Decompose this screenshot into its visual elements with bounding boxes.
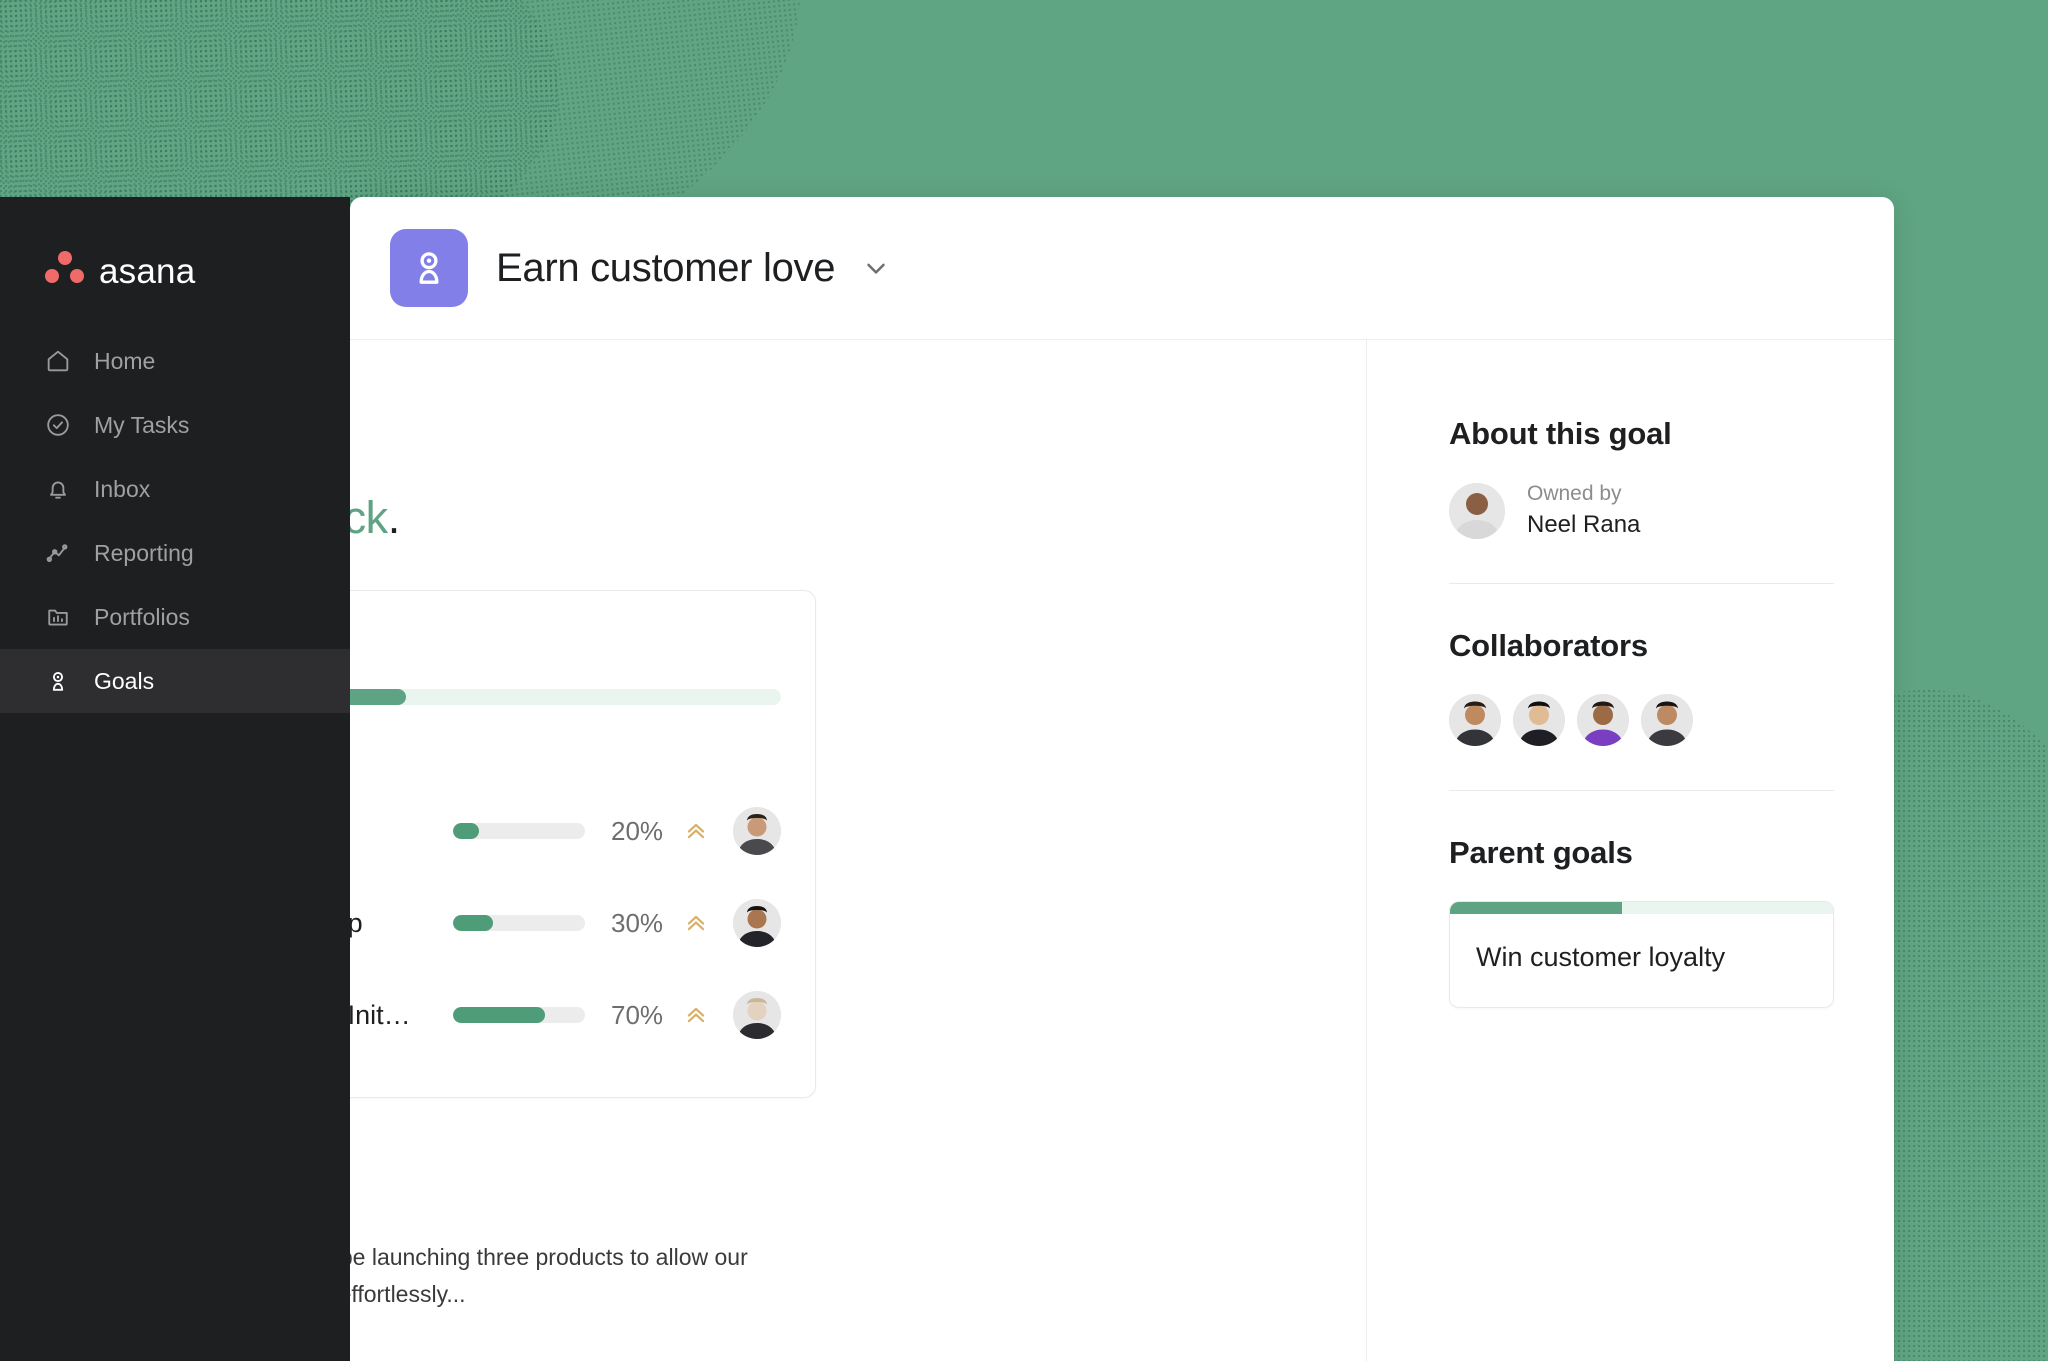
project-progress-bar bbox=[453, 1007, 585, 1023]
connected-projects-toggle[interactable]: 3 connected projects bbox=[350, 743, 781, 771]
goal-badge-icon bbox=[390, 229, 468, 307]
sidebar-item-label: Goals bbox=[94, 667, 155, 694]
app-window: asana Home My Tasks Inbox Reporting Port… bbox=[0, 197, 1894, 1361]
project-name: Customer Marketing Init… bbox=[350, 999, 411, 1030]
description-heading: Description bbox=[350, 1176, 814, 1213]
goal-side-rail: About this goal Owned by Neel Rana Colla… bbox=[1366, 340, 1894, 1361]
collaborators-heading: Collaborators bbox=[1449, 628, 1648, 663]
home-icon bbox=[44, 347, 72, 375]
project-progress-percent: 30% bbox=[611, 907, 664, 938]
sidebar-item-label: Portfolios bbox=[94, 603, 190, 630]
goal-owner[interactable]: Owned by Neel Rana bbox=[1449, 482, 1834, 539]
project-owner-avatar[interactable] bbox=[733, 807, 781, 855]
sidebar-nav: Home My Tasks Inbox Reporting Portfolios… bbox=[0, 329, 350, 713]
collaborator-avatar[interactable] bbox=[1641, 694, 1693, 746]
goal-status-headline: This goal is on track. bbox=[350, 492, 814, 544]
parent-goal-name: Win customer loyalty bbox=[1476, 942, 1726, 972]
sidebar-item-my-tasks[interactable]: My Tasks bbox=[0, 393, 350, 457]
project-progress-bar bbox=[453, 915, 585, 931]
collaborators-list bbox=[1449, 694, 1834, 746]
rail-divider-2 bbox=[1449, 790, 1834, 791]
page-title: Earn customer love bbox=[496, 245, 836, 290]
sidebar-item-label: My Tasks bbox=[94, 411, 190, 438]
owner-avatar bbox=[1449, 482, 1505, 539]
description-text: In the first half of this year we will b… bbox=[350, 1244, 748, 1308]
goal-main-column: This goal is on track. 50% / 100% ⚡ bbox=[350, 340, 1366, 1361]
avatar-placeholder-icon bbox=[1449, 482, 1505, 539]
rail-divider-1 bbox=[1449, 583, 1834, 584]
parent-goal-progress-bar bbox=[1450, 902, 1833, 914]
priority-high-icon bbox=[683, 1002, 733, 1028]
parent-goal-progress-fill bbox=[1450, 902, 1623, 914]
chart-line-icon bbox=[44, 539, 72, 567]
asana-logo[interactable]: asana bbox=[0, 241, 350, 297]
goal-progress-fill bbox=[350, 689, 406, 705]
collaborator-avatar[interactable] bbox=[1449, 694, 1501, 746]
sidebar-item-reporting[interactable]: Reporting bbox=[0, 521, 350, 585]
goal-header: Earn customer love bbox=[350, 197, 1894, 340]
goal-detail-panel: Earn customer love This goal is on track… bbox=[350, 197, 1894, 1361]
priority-high-icon bbox=[683, 910, 733, 936]
connected-project-row[interactable]: Customer Marketing Init… 70% bbox=[350, 969, 781, 1061]
sidebar-item-label: Reporting bbox=[94, 539, 194, 566]
sidebar: asana Home My Tasks Inbox Reporting Port… bbox=[0, 197, 350, 1361]
sidebar-item-portfolios[interactable]: Portfolios bbox=[0, 585, 350, 649]
project-owner-avatar[interactable] bbox=[733, 899, 781, 947]
sidebar-item-home[interactable]: Home bbox=[0, 329, 350, 393]
progress-percent-row: 50% / 100% ⚡ bbox=[350, 625, 781, 663]
connected-project-row[interactable]: NPS Global Roadmap 30% bbox=[350, 877, 781, 969]
sidebar-item-goals[interactable]: Goals bbox=[0, 649, 350, 713]
parent-goals-heading: Parent goals bbox=[1449, 835, 1633, 870]
owner-name: Neel Rana bbox=[1527, 511, 1641, 538]
status-badge: on track bbox=[350, 492, 388, 543]
sidebar-item-label: Inbox bbox=[94, 475, 151, 502]
about-this-goal-heading: About this goal bbox=[1449, 416, 1672, 451]
sidebar-item-inbox[interactable]: Inbox bbox=[0, 457, 350, 521]
owner-label: Owned by bbox=[1527, 482, 1622, 505]
goal-body: This goal is on track. 50% / 100% ⚡ bbox=[350, 340, 1894, 1361]
asana-wordmark: asana bbox=[99, 251, 196, 291]
project-progress-percent: 70% bbox=[611, 999, 664, 1030]
sidebar-item-label: Home bbox=[94, 347, 156, 374]
collaborator-avatar[interactable] bbox=[1513, 694, 1565, 746]
goal-title-row: Earn customer love bbox=[496, 246, 891, 291]
bell-icon bbox=[44, 475, 72, 503]
connected-project-row[interactable]: CSAT Tracking 20% bbox=[350, 785, 781, 877]
headline-suffix: . bbox=[387, 492, 401, 543]
project-progress-bar bbox=[453, 823, 585, 839]
owner-meta: Owned by Neel Rana bbox=[1527, 482, 1640, 539]
goal-progress-bar bbox=[350, 689, 781, 705]
goal-icon bbox=[44, 667, 72, 695]
progress-card: 50% / 100% ⚡ 3 connected projects bbox=[350, 590, 816, 1098]
project-name: CSAT Tracking bbox=[350, 816, 453, 847]
priority-high-icon bbox=[683, 818, 733, 844]
check-circle-icon bbox=[44, 411, 72, 439]
project-name: NPS Global Roadmap bbox=[350, 907, 363, 938]
asana-mark-icon bbox=[44, 251, 86, 287]
collaborator-avatar[interactable] bbox=[1577, 694, 1629, 746]
project-progress-percent: 20% bbox=[611, 815, 664, 846]
project-owner-avatar[interactable] bbox=[733, 991, 781, 1039]
connected-projects-list: CSAT Tracking 20% NPS Global Roadmap 30% Cus… bbox=[350, 785, 781, 1061]
portfolio-icon bbox=[44, 603, 72, 631]
parent-goal-card[interactable]: Win customer loyalty bbox=[1449, 901, 1834, 1008]
chevron-down-icon[interactable] bbox=[861, 253, 891, 283]
